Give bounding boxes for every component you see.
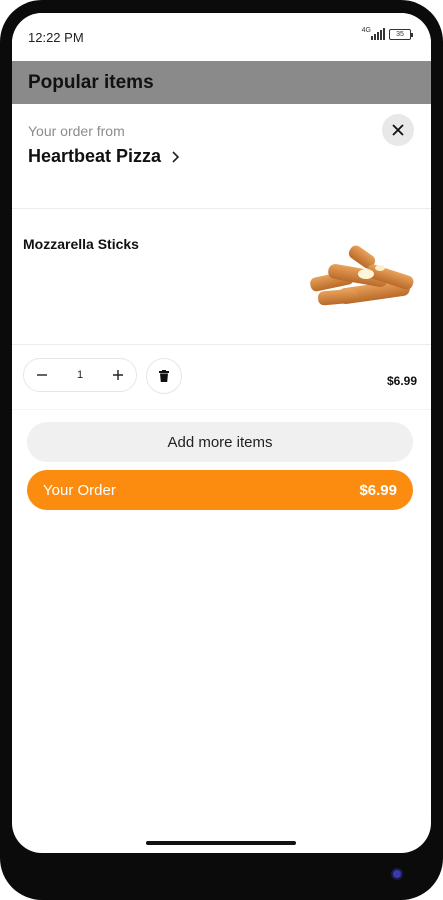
your-order-button[interactable]: Your Order $6.99 [27,470,413,510]
decrement-button[interactable] [32,365,52,385]
screen: 12:22 PM 4G 35 Popular items Your order … [12,13,431,853]
power-button [437,330,443,390]
restaurant-name: Heartbeat Pizza [28,146,162,166]
divider [12,409,431,410]
volume-button [437,170,443,290]
page-title: Popular items [28,72,154,93]
item-name: Mozzarella Sticks [23,236,139,252]
header-bar: Popular items [12,61,431,104]
status-bar: 12:22 PM 4G 35 [12,13,431,61]
status-icons: 35 [371,28,413,40]
your-order-total: $6.99 [359,481,397,499]
minus-icon [37,374,47,376]
divider [12,344,431,345]
chevron-right-icon [169,150,183,164]
network-label: 4G [361,27,371,34]
delete-button[interactable] [146,358,182,394]
restaurant-link[interactable]: Heartbeat Pizza [28,146,183,167]
plus-icon [113,370,123,380]
signal-icon [371,28,385,40]
close-button[interactable] [382,114,414,146]
status-time: 12:22 PM [28,30,84,45]
order-from-label: Your order from [28,123,125,139]
divider [12,208,431,209]
home-indicator[interactable] [146,841,296,845]
close-icon [392,124,404,136]
your-order-label: Your Order [43,481,116,499]
trash-icon [159,370,169,382]
increment-button[interactable] [108,365,128,385]
camera-dot [393,870,401,878]
phone-frame: 12:22 PM 4G 35 Popular items Your order … [0,0,443,900]
battery-icon: 35 [389,28,413,40]
item-price: $6.99 [386,374,417,388]
quantity-value: 1 [76,369,84,381]
quantity-stepper: 1 [23,358,137,392]
item-image [308,238,418,313]
add-more-items-button[interactable]: Add more items [27,422,413,462]
